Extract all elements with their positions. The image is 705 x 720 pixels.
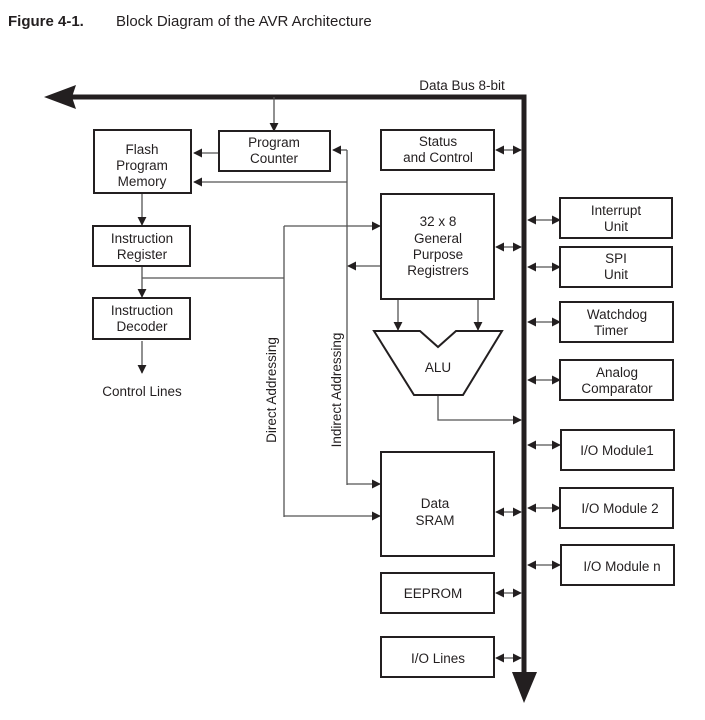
svg-text:Timer: Timer [594, 323, 628, 338]
svg-text:Purpose: Purpose [413, 247, 463, 262]
bus-arrow-down-icon [512, 672, 537, 703]
instruction-decoder-block: Instruction Decoder [92, 297, 191, 340]
svg-text:I/O Module1: I/O Module1 [580, 443, 654, 458]
svg-text:Register: Register [117, 247, 168, 262]
svg-text:Registrers: Registrers [407, 263, 469, 278]
svg-text:Interrupt: Interrupt [591, 203, 642, 218]
svg-text:Data: Data [421, 496, 450, 511]
control-lines-label: Control Lines [102, 384, 182, 399]
data-sram-block: Data SRAM [380, 451, 495, 557]
status-and-control-block: Status and Control [380, 129, 495, 171]
svg-text:Counter: Counter [250, 151, 299, 166]
svg-text:General: General [414, 231, 462, 246]
eeprom-block: EEPROM [380, 572, 495, 614]
watchdog-timer-block: Watchdog Timer [559, 301, 674, 343]
bus-arrow-left-icon [44, 85, 76, 109]
indirect-addressing-label: Indirect Addressing [329, 333, 344, 448]
svg-text:Comparator: Comparator [581, 381, 653, 396]
svg-text:Unit: Unit [604, 267, 628, 282]
wires [137, 97, 561, 663]
program-counter-block: Program Counter [218, 130, 331, 172]
svg-text:Decoder: Decoder [116, 319, 168, 334]
spi-unit-block: SPI Unit [559, 246, 673, 288]
svg-text:Watchdog: Watchdog [587, 307, 647, 322]
svg-text:I/O Lines: I/O Lines [411, 651, 465, 666]
direct-addressing-label: Direct Addressing [264, 337, 279, 443]
data-bus-label: Data Bus 8-bit [419, 78, 505, 93]
svg-text:Program: Program [248, 135, 300, 150]
svg-text:and Control: and Control [403, 150, 473, 165]
svg-text:Flash: Flash [125, 142, 158, 157]
svg-text:32 x 8: 32 x 8 [420, 214, 457, 229]
io-module-n-block: I/O Module n [560, 544, 675, 586]
io-lines-block: I/O Lines [380, 636, 495, 678]
svg-text:I/O Module 2: I/O Module 2 [581, 501, 658, 516]
interrupt-unit-block: Interrupt Unit [559, 197, 673, 239]
general-purpose-registers-block: 32 x 8 General Purpose Registrers [380, 193, 495, 300]
io-module-1-block: I/O Module1 [560, 429, 675, 471]
svg-text:Instruction: Instruction [111, 303, 173, 318]
avr-block-diagram: Data Bus 8-bit Flash Program Memory Prog… [44, 78, 675, 703]
flash-program-memory-block: Flash Program Memory [93, 129, 192, 194]
svg-text:Analog: Analog [596, 365, 638, 380]
analog-comparator-block: Analog Comparator [559, 359, 674, 401]
svg-text:SPI: SPI [605, 251, 627, 266]
svg-text:Unit: Unit [604, 219, 628, 234]
io-module-2-block: I/O Module 2 [559, 487, 674, 529]
svg-text:SRAM: SRAM [415, 513, 454, 528]
instruction-register-block: Instruction Register [92, 225, 191, 267]
svg-text:EEPROM: EEPROM [404, 586, 463, 601]
svg-text:Instruction: Instruction [111, 231, 173, 246]
svg-text:Program: Program [116, 158, 168, 173]
svg-text:ALU: ALU [425, 360, 451, 375]
alu-block: ALU [372, 330, 504, 396]
svg-text:I/O Module n: I/O Module n [583, 559, 660, 574]
svg-text:Memory: Memory [118, 174, 167, 189]
svg-text:Status: Status [419, 134, 458, 149]
